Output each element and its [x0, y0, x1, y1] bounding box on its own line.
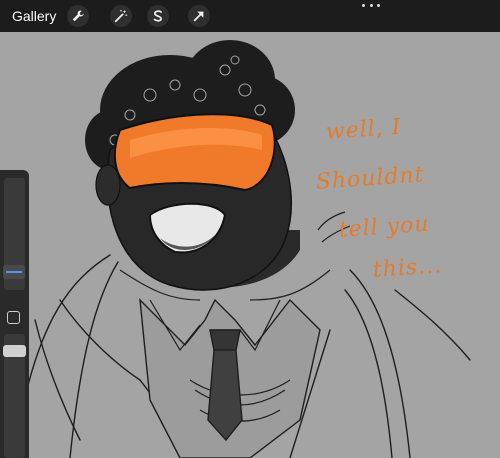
actions-button[interactable] — [67, 5, 89, 27]
speech-line-1: well, I — [325, 114, 403, 145]
magic-wand-icon — [114, 9, 128, 23]
speech-line-4: this... — [372, 253, 443, 283]
modify-button[interactable] — [7, 311, 20, 324]
adjustments-button[interactable] — [110, 5, 132, 27]
more-options-button[interactable] — [362, 4, 380, 10]
selection-button[interactable] — [147, 5, 169, 27]
dot-icon — [362, 4, 365, 7]
selection-icon — [153, 10, 162, 22]
dot-icon — [369, 4, 373, 7]
gallery-button[interactable]: Gallery — [12, 6, 56, 26]
left-sidebar — [0, 170, 29, 458]
wrench-icon — [72, 10, 84, 22]
brush-size-thumb[interactable] — [3, 265, 25, 279]
dot-icon — [377, 4, 380, 7]
artwork-illustration — [19, 40, 471, 458]
transform-button[interactable] — [188, 5, 210, 27]
opacity-thumb[interactable] — [3, 345, 26, 357]
transform-arrow-icon — [193, 11, 204, 22]
top-toolbar: Gallery — [0, 0, 500, 32]
drawing-canvas[interactable]: well, I Shouldnt tell you this... — [0, 32, 500, 458]
